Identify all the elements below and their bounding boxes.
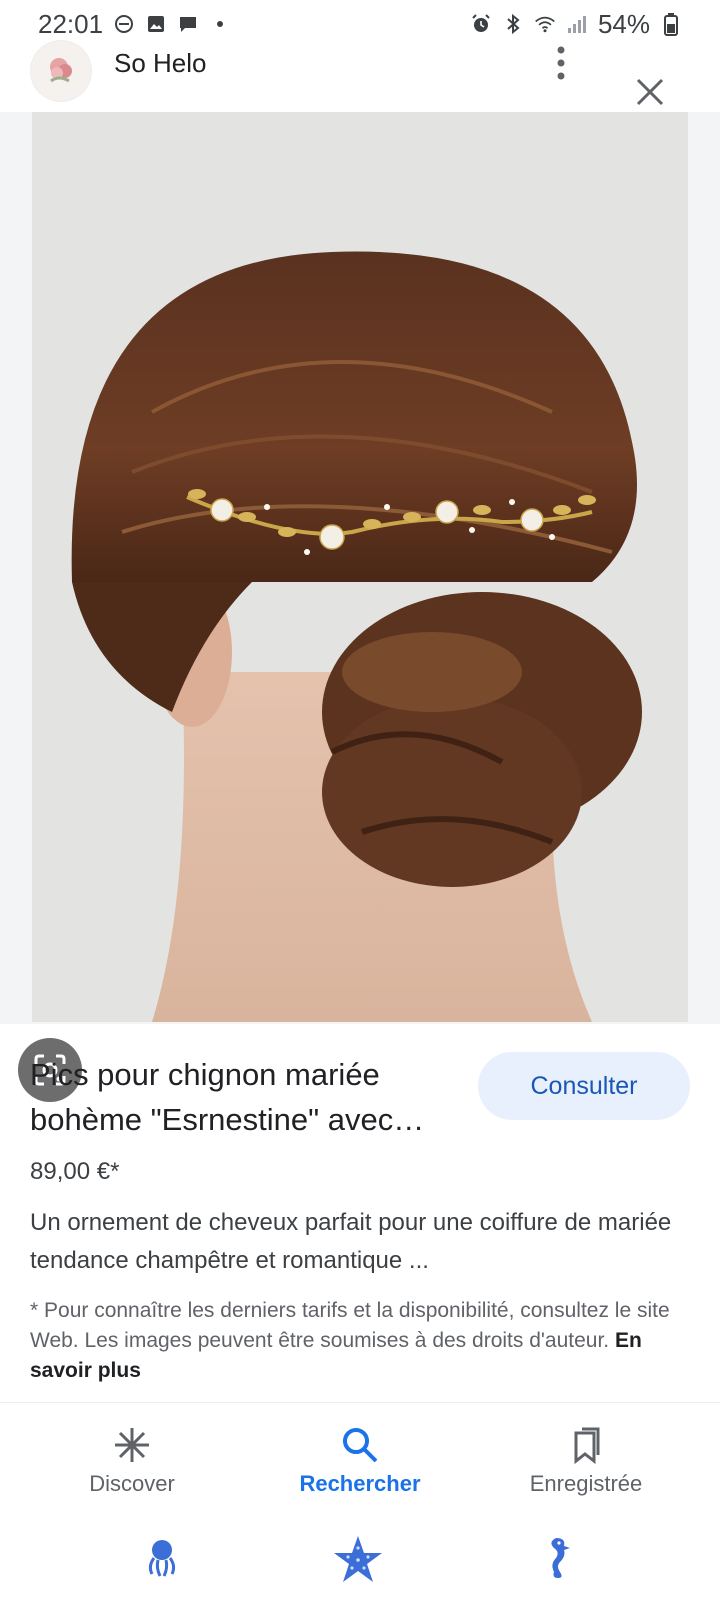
system-navigation-bar <box>0 1512 720 1600</box>
close-icon[interactable] <box>634 76 666 108</box>
product-title[interactable]: Pics pour chignon mariée bohème "Esrnest… <box>30 1052 460 1142</box>
result-header: So Helo <box>0 36 720 112</box>
seahorse-icon[interactable] <box>534 1534 582 1582</box>
consult-button[interactable]: Consulter <box>478 1052 690 1120</box>
disclaimer-text: * Pour connaître les derniers tarifs et … <box>30 1299 670 1352</box>
site-logo[interactable] <box>30 40 92 102</box>
nav-search[interactable]: Rechercher <box>240 1403 480 1513</box>
clock: 22:01 <box>38 8 104 39</box>
product-price: 89,00 €* <box>30 1158 120 1185</box>
site-name[interactable]: So Helo <box>114 48 207 79</box>
nav-label-saved: Enregistrée <box>529 1471 643 1496</box>
starfish-icon[interactable] <box>332 1534 382 1582</box>
octopus-icon[interactable] <box>138 1534 186 1582</box>
battery-icon <box>660 13 682 36</box>
more-vertical-icon[interactable] <box>548 44 574 84</box>
status-left: 22:01 <box>38 9 231 40</box>
product-description: Un ornement de cheveux parfait pour une … <box>30 1209 672 1274</box>
nav-label-discover: Discover <box>89 1471 175 1496</box>
wifi-icon <box>534 13 556 35</box>
message-icon <box>177 13 199 35</box>
dot-icon <box>209 13 231 35</box>
image-viewer <box>0 112 720 1102</box>
search-icon <box>340 1425 380 1465</box>
gallery-icon <box>145 13 167 35</box>
do-not-disturb-icon <box>113 13 135 35</box>
bottom-navigation: Discover Rechercher Enregistrée <box>0 1402 720 1513</box>
nav-discover[interactable]: Discover <box>12 1403 252 1513</box>
signal-icon <box>566 13 588 35</box>
nav-saved[interactable]: Enregistrée <box>466 1403 706 1513</box>
alarm-icon <box>470 13 492 35</box>
discover-icon <box>112 1425 152 1465</box>
battery-percent: 54% <box>597 8 650 39</box>
disclaimer: * Pour connaître les derniers tarifs et … <box>30 1296 694 1386</box>
nav-label-search: Rechercher <box>299 1471 421 1496</box>
product-image[interactable] <box>32 112 688 1022</box>
saved-icon <box>566 1425 606 1465</box>
bluetooth-icon <box>502 13 524 35</box>
status-right: 54% <box>470 9 682 40</box>
